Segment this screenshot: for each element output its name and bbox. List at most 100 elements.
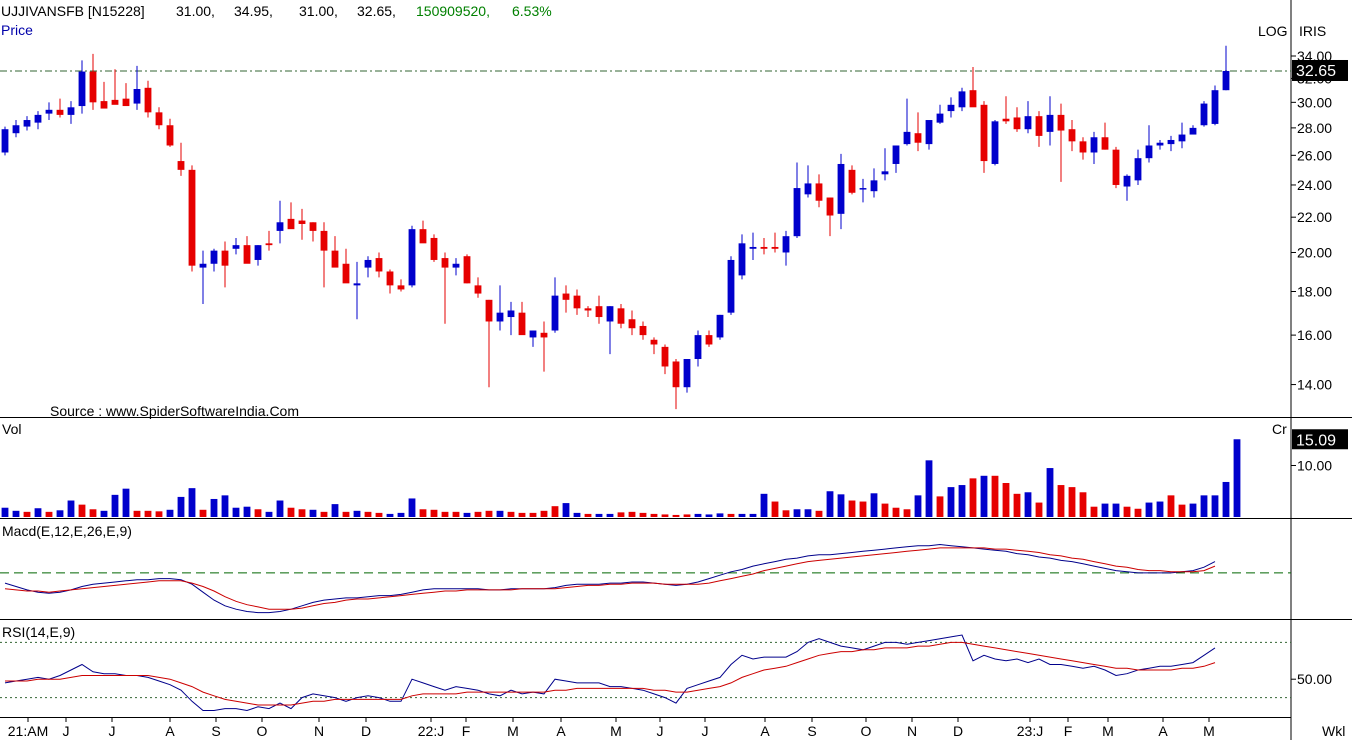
volume-bar [221,495,229,517]
candle-body [397,285,405,290]
candle-body [826,197,834,216]
price-tick-label: 22.00 [1297,209,1332,225]
volume-bar [760,493,768,517]
volume-bar [1200,495,1208,517]
volume-bar [232,507,240,517]
volume-bar [364,511,372,517]
candle-body [210,250,218,264]
candle-body [903,131,911,145]
candle-body [276,222,284,231]
candle-body [1046,114,1054,132]
x-tick-label: J [702,723,709,739]
candle-body [804,183,812,195]
volume-bar [1024,492,1032,517]
candle-body [661,346,669,367]
volume-bar [199,509,207,517]
volume-bar [661,514,669,517]
volume-bar [122,488,130,517]
candle-body [1090,137,1098,153]
volume-bar [584,513,592,517]
log-label: LOG [1258,23,1288,39]
volume-bar [452,511,460,517]
volume-bar [1123,506,1131,517]
candle-body [870,180,878,192]
volume-bar [771,501,779,517]
candle-body [485,299,493,322]
price-tick-label: 24.00 [1297,177,1332,193]
candle-body [573,295,581,309]
volume-bar [56,510,64,517]
candle-body [1,129,9,153]
candle-body [34,114,42,123]
candle-body [1134,158,1142,181]
x-axis: 21:AM J J A S O N D 22:J F M A M J J A S O N D 23:J F M A M [8,717,1215,739]
volume-bar [1057,485,1065,517]
candle-body [1189,127,1197,135]
volume-bar [947,487,955,517]
volume-bar [331,504,339,517]
volume-bar [925,460,933,517]
volume-bar [1178,504,1186,517]
price-tick-label: 16.00 [1297,327,1332,343]
volume-bar [1035,502,1043,517]
volume-bar [375,512,383,517]
volume-bar [793,509,801,517]
candle-body [1145,145,1153,159]
volume-bar [166,509,174,517]
candle-body [1222,70,1230,91]
symbol-label: UJJIVANSFB [N15228] [1,3,145,19]
price-label: Price [1,22,33,38]
volume-bar [298,509,306,517]
volume-bar [1,507,9,517]
candle-body [232,245,240,249]
volume-bar [188,488,196,517]
candle-body [991,121,999,164]
volume-bar [936,496,944,517]
volume-bar [254,509,262,517]
volume-bar [573,512,581,517]
volume-bar [265,511,273,517]
candle-body [980,104,988,162]
volume-bar [67,500,75,517]
x-tick-label: D [953,723,963,739]
volume-value: 150909520, [416,3,490,19]
x-tick-label: A [760,723,770,739]
volume-bar [78,504,86,517]
candle-body [727,259,735,313]
volume-bar [1156,501,1164,517]
x-tick-label: M [507,723,519,739]
candle-body [738,243,746,276]
candle-body [958,91,966,108]
last-price-label: 32.65 [1296,63,1336,80]
candle-body [496,312,504,322]
candle-body [1156,142,1164,146]
candle-body [1013,117,1021,130]
candle-body [529,330,537,338]
volume-bar [969,478,977,517]
vol-label: Vol [2,421,21,437]
price-panel: 34.0032.0030.0028.0026.0024.0022.0020.00… [0,45,1348,410]
candle-body [782,236,790,253]
x-tick-label: D [361,723,371,739]
volume-bar [903,509,911,517]
volume-bar [1222,481,1230,517]
candle-body [562,293,570,300]
x-tick-label: N [907,723,917,739]
candle-body [155,112,163,126]
volume-bar [100,510,108,517]
volume-panel: 10.00 15.09 [1,429,1348,517]
candle-body [1035,116,1043,136]
candle-body [1211,90,1219,124]
volume-bar [606,513,614,517]
rsi-tick-label: 50.00 [1297,671,1332,687]
rsi-label: RSI(14,E,9) [2,624,75,640]
volume-bar [342,511,350,517]
volume-bar [287,507,295,517]
volume-bar [463,512,471,517]
volume-bar [89,509,97,517]
candle-body [133,89,141,104]
volume-bar [694,513,702,517]
volume-bar [650,513,658,517]
candle-body [881,171,889,175]
candle-body [837,163,845,214]
